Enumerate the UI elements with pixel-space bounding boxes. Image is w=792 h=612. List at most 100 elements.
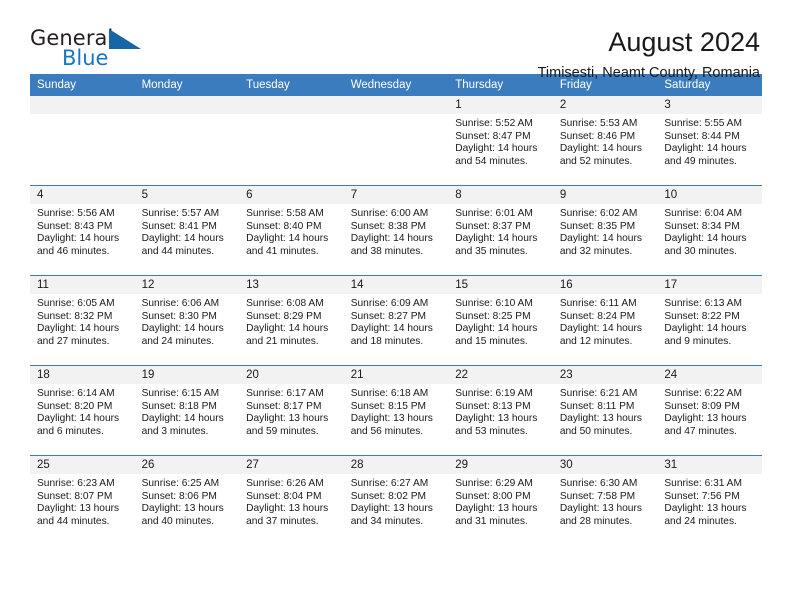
calendar-day-cell[interactable]: 1 Sunrise: 5:52 AM Sunset: 8:47 PM Daylight… [448,96,553,186]
day-details: Sunrise: 6:14 AM Sunset: 8:20 PM Daylight:… [30,384,135,438]
daylight-duration-line2: and 24 minutes. [664,515,737,527]
sunset-time: Sunset: 7:58 PM [559,490,636,502]
sunset-time: Sunset: 8:46 PM [559,130,636,142]
calendar-week-row: 11 Sunrise: 6:05 AM Sunset: 8:32 PM Dayligh… [30,275,762,366]
day-cell-inner: 29 Sunrise: 6:29 AM Sunset: 8:00 PM Dayligh… [448,456,553,545]
calendar-day-cell[interactable]: 3 Sunrise: 5:55 AM Sunset: 8:44 PM Daylight… [657,96,762,186]
daylight-duration-line1: Daylight: 13 hours [350,503,433,515]
daylight-duration-line2: and 3 minutes. [141,425,209,437]
calendar-day-cell[interactable]: 11 Sunrise: 6:05 AM Sunset: 8:32 PM Dayligh… [30,275,135,366]
daylight-duration-line1: Daylight: 14 hours [246,323,329,335]
calendar-day-cell[interactable]: 25 Sunrise: 6:23 AM Sunset: 8:07 PM Dayligh… [30,455,135,545]
calendar-day-cell[interactable]: 14 Sunrise: 6:09 AM Sunset: 8:27 PM Dayligh… [343,275,449,366]
day-details: Sunrise: 6:02 AM Sunset: 8:35 PM Daylight:… [553,204,658,258]
day-number [134,96,240,114]
calendar-day-cell[interactable]: 20 Sunrise: 6:17 AM Sunset: 8:17 PM Dayligh… [239,365,344,456]
daylight-duration-line1: Daylight: 13 hours [559,503,642,515]
sunrise-time: Sunrise: 5:58 AM [246,208,324,219]
calendar-day-cell[interactable]: 29 Sunrise: 6:29 AM Sunset: 8:00 PM Dayligh… [448,455,553,545]
daylight-duration-line2: and 46 minutes. [37,245,110,257]
daylight-duration-line2: and 52 minutes. [559,155,633,167]
calendar-day-cell[interactable]: 23 Sunrise: 6:21 AM Sunset: 8:11 PM Dayligh… [552,365,658,456]
day-number: 8 [448,186,553,204]
daylight-duration-line1: Daylight: 13 hours [141,503,224,515]
calendar-day-cell[interactable]: 5 Sunrise: 5:57 AM Sunset: 8:41 PM Daylight… [134,185,240,276]
calendar-day-cell[interactable]: 13 Sunrise: 6:08 AM Sunset: 8:29 PM Dayligh… [239,275,344,366]
day-details: Sunrise: 6:18 AM Sunset: 8:15 PM Daylight:… [344,384,449,438]
day-details: Sunrise: 6:27 AM Sunset: 8:02 PM Daylight:… [344,474,449,528]
daylight-duration-line2: and 40 minutes. [141,515,215,527]
day-details: Sunrise: 6:23 AM Sunset: 8:07 PM Daylight:… [30,474,135,528]
calendar-day-cell[interactable]: 28 Sunrise: 6:27 AM Sunset: 8:02 PM Dayligh… [343,455,449,545]
weekday-header-sunday: Sunday [30,74,135,96]
daylight-duration-line1: Daylight: 14 hours [350,233,433,245]
calendar-day-cell[interactable]: 26 Sunrise: 6:25 AM Sunset: 8:06 PM Dayligh… [134,455,240,545]
calendar-day-cell[interactable]: 24 Sunrise: 6:22 AM Sunset: 8:09 PM Dayligh… [657,365,762,456]
daylight-duration-line1: Daylight: 13 hours [455,503,538,515]
day-number: 10 [657,186,762,204]
sunrise-time: Sunrise: 6:06 AM [141,298,220,309]
sunset-time: Sunset: 8:29 PM [246,310,322,322]
daylight-duration-line2: and 24 minutes. [141,335,215,347]
calendar-week-row: 25 Sunrise: 6:23 AM Sunset: 8:07 PM Dayligh… [30,455,762,545]
calendar-day-cell[interactable]: 4 Sunrise: 5:56 AM Sunset: 8:43 PM Daylight… [30,185,135,276]
day-number: 17 [657,276,762,294]
daylight-duration-line2: and 54 minutes. [455,155,528,167]
daylight-duration-line1: Daylight: 14 hours [37,413,120,425]
calendar-day-cell[interactable]: 30 Sunrise: 6:30 AM Sunset: 7:58 PM Dayligh… [552,455,658,545]
day-details: Sunrise: 6:30 AM Sunset: 7:58 PM Daylight:… [553,474,658,528]
daylight-duration-line2: and 49 minutes. [664,155,737,167]
day-number: 21 [343,366,449,384]
calendar-day-cell[interactable]: 15 Sunrise: 6:10 AM Sunset: 8:25 PM Dayligh… [448,275,553,366]
general-blue-logo[interactable]: General Blue [30,26,145,74]
calendar-day-cell[interactable]: 6 Sunrise: 5:58 AM Sunset: 8:40 PM Daylight… [239,185,344,276]
day-number: 2 [552,96,658,114]
day-cell-inner: 23 Sunrise: 6:21 AM Sunset: 8:11 PM Dayligh… [552,366,658,455]
sunrise-time: Sunrise: 6:27 AM [350,478,429,489]
day-cell-inner: 11 Sunrise: 6:05 AM Sunset: 8:32 PM Dayligh… [30,276,135,365]
calendar-day-cell[interactable]: 2 Sunrise: 5:53 AM Sunset: 8:46 PM Daylight… [552,96,658,186]
calendar-day-cell[interactable]: 22 Sunrise: 6:19 AM Sunset: 8:13 PM Dayligh… [448,365,553,456]
day-details: Sunrise: 6:13 AM Sunset: 8:22 PM Daylight:… [657,294,762,348]
sunrise-time: Sunrise: 6:14 AM [37,388,115,399]
calendar-day-cell[interactable]: 27 Sunrise: 6:26 AM Sunset: 8:04 PM Dayligh… [239,455,344,545]
calendar-day-cell[interactable]: 21 Sunrise: 6:18 AM Sunset: 8:15 PM Dayligh… [343,365,449,456]
calendar-day-cell[interactable]: 7 Sunrise: 6:00 AM Sunset: 8:38 PM Daylight… [343,185,449,276]
day-cell-inner: 16 Sunrise: 6:11 AM Sunset: 8:24 PM Dayligh… [552,276,658,365]
day-details: Sunrise: 6:01 AM Sunset: 8:37 PM Daylight:… [448,204,553,258]
daylight-duration-line1: Daylight: 14 hours [559,143,642,155]
day-details: Sunrise: 6:25 AM Sunset: 8:06 PM Daylight:… [135,474,240,528]
calendar-day-cell[interactable]: 19 Sunrise: 6:15 AM Sunset: 8:18 PM Dayligh… [134,365,240,456]
day-cell-inner: 24 Sunrise: 6:22 AM Sunset: 8:09 PM Dayligh… [657,366,762,455]
page-header: General Blue August 2024 Timisesti, Neam… [30,0,762,81]
daylight-duration-line2: and 50 minutes. [559,425,633,437]
sunset-time: Sunset: 8:20 PM [37,400,113,412]
sunrise-time: Sunrise: 6:05 AM [37,298,115,309]
logo-text-blue: Blue [62,46,109,70]
calendar-day-cell[interactable]: 9 Sunrise: 6:02 AM Sunset: 8:35 PM Daylight… [552,185,658,276]
sunset-time: Sunset: 8:30 PM [141,310,217,322]
day-cell-inner: 4 Sunrise: 5:56 AM Sunset: 8:43 PM Daylight… [30,186,135,275]
day-details: Sunrise: 6:29 AM Sunset: 8:00 PM Daylight:… [448,474,553,528]
daylight-duration-line1: Daylight: 14 hours [559,233,642,245]
calendar-day-cell[interactable]: 18 Sunrise: 6:14 AM Sunset: 8:20 PM Dayligh… [30,365,135,456]
daylight-duration-line1: Daylight: 14 hours [141,323,224,335]
sunset-time: Sunset: 8:44 PM [664,130,740,142]
day-cell-inner: 27 Sunrise: 6:26 AM Sunset: 8:04 PM Dayligh… [239,456,344,545]
calendar-day-cell[interactable]: 17 Sunrise: 6:13 AM Sunset: 8:22 PM Dayligh… [657,275,762,366]
calendar-day-cell[interactable]: 8 Sunrise: 6:01 AM Sunset: 8:37 PM Daylight… [448,185,553,276]
calendar-day-cell-empty [30,96,135,186]
title-block: August 2024 Timisesti, Neamt County, Rom… [538,26,762,84]
daylight-duration-line2: and 27 minutes. [37,335,110,347]
sunset-time: Sunset: 8:18 PM [141,400,217,412]
sunrise-time: Sunrise: 6:23 AM [37,478,115,489]
day-details: Sunrise: 5:55 AM Sunset: 8:44 PM Daylight:… [657,114,762,168]
daylight-duration-line1: Daylight: 14 hours [37,233,120,245]
daylight-duration-line2: and 15 minutes. [455,335,528,347]
calendar-day-cell[interactable]: 12 Sunrise: 6:06 AM Sunset: 8:30 PM Dayligh… [134,275,240,366]
calendar-week-row: 18 Sunrise: 6:14 AM Sunset: 8:20 PM Dayligh… [30,365,762,456]
calendar-day-cell[interactable]: 10 Sunrise: 6:04 AM Sunset: 8:34 PM Dayligh… [657,185,762,276]
day-number: 26 [134,456,240,474]
calendar-day-cell[interactable]: 16 Sunrise: 6:11 AM Sunset: 8:24 PM Dayligh… [552,275,658,366]
calendar-day-cell[interactable]: 31 Sunrise: 6:31 AM Sunset: 7:56 PM Dayligh… [657,455,762,545]
